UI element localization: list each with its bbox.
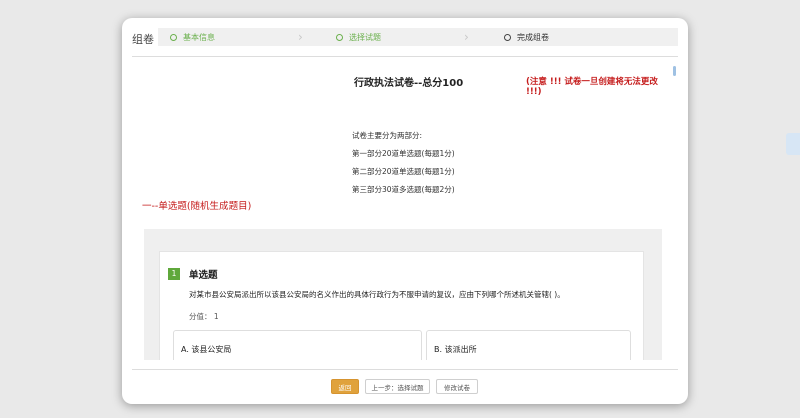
step-label: 基本信息 [183,32,215,42]
option-label: B. 该派出所 [434,345,477,354]
intro-line: 第三部分30道多选题(每题2分) [352,185,455,194]
option-b[interactable]: B. 该派出所 [426,330,631,360]
question-type: 单选题 [189,270,218,281]
intro-line: 试卷主要分为两部分: [352,131,423,140]
compose-paper-dialog: 组卷 基本信息 › 选择试题 › 完成组卷 行政执法试卷--总分100 (注意 … [122,18,688,404]
paper-preview-scroll-area[interactable]: 行政执法试卷--总分100 (注意 !!! 试卷一旦创建将无法更改 !!!) 试… [132,58,676,360]
option-label: A. 该县公安局 [181,345,232,354]
score-label: 分值： [189,312,212,321]
side-tab[interactable] [786,133,800,155]
prev-step-button[interactable]: 上一步：选择试题 [365,379,430,394]
edit-paper-button[interactable]: 修改试卷 [436,379,478,394]
step-finish-compose[interactable]: 完成组卷 [504,28,549,46]
circle-icon [336,33,343,41]
step-select-questions[interactable]: 选择试题 [336,28,381,46]
intro-line: 第一部分20道单选题(每题1分) [352,149,455,158]
question-number-badge: 1 [168,268,180,280]
intro-line: 第二部分20道单选题(每题1分) [352,167,455,176]
option-a[interactable]: A. 该县公安局 [173,330,422,360]
score-value: 1 [213,312,219,321]
step-progress-bar: 基本信息 › 选择试题 › 完成组卷 [158,28,678,46]
step-label: 选择试题 [349,32,381,42]
section-heading: 一--单选题(随机生成题目) [142,201,252,212]
question-text: 对某市县公安局派出所以该县公安局的名义作出的具体行政行为不服申请的复议，应由下列… [189,290,565,299]
footer-divider [132,369,678,370]
step-basic-info[interactable]: 基本信息 [170,28,215,46]
step-label: 完成组卷 [517,32,549,42]
circle-icon [504,33,511,41]
chevron-right-icon: › [298,30,303,44]
irreversible-warning: (注意 !!! 试卷一旦创建将无法更改 !!!) [526,77,658,97]
question-score: 分值： 1 [189,311,219,322]
paper-title: 行政执法试卷--总分100 [354,78,464,89]
title-divider [132,56,678,57]
chevron-right-icon: › [464,30,469,44]
dialog-title: 组卷 [132,33,154,46]
circle-icon [170,33,177,41]
question-card: 1 单选题 对某市县公安局派出所以该县公安局的名义作出的具体行政行为不服申请的复… [159,251,644,360]
back-button[interactable]: 返回 [331,379,359,394]
question-list: 1 单选题 对某市县公安局派出所以该县公安局的名义作出的具体行政行为不服申请的复… [144,229,662,360]
